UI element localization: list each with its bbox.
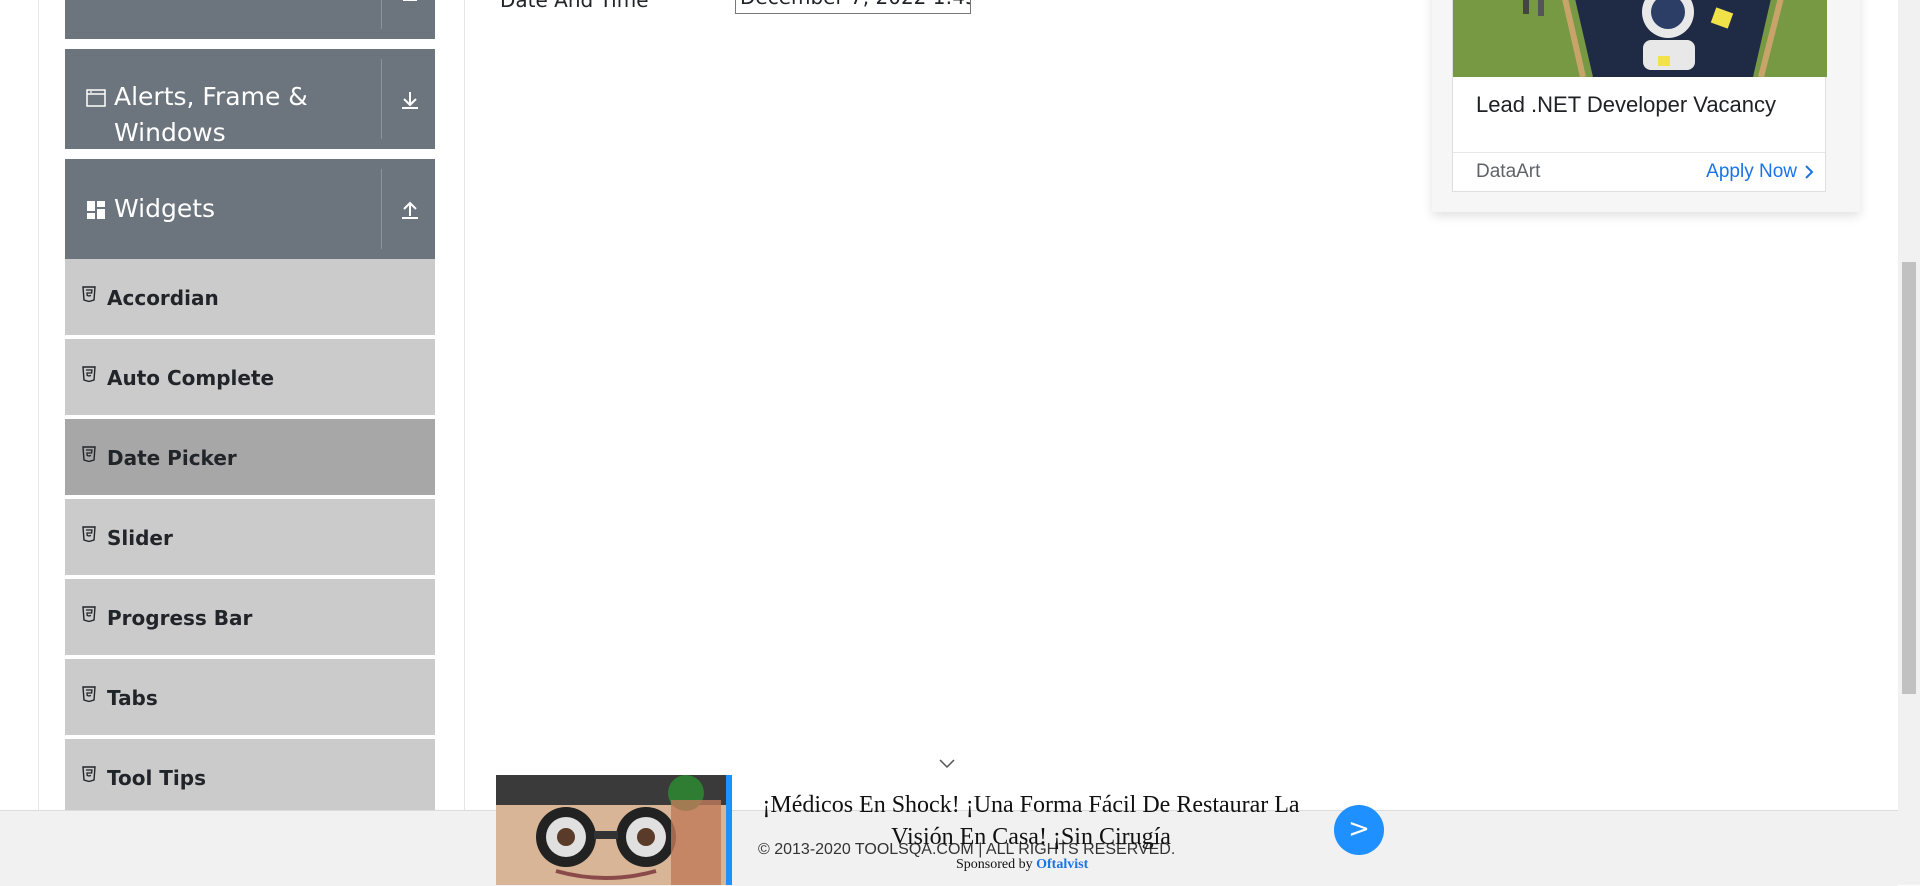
sidebar-group-alerts-frame-windows[interactable]: Alerts, Frame & Windows (65, 49, 435, 149)
download-icon[interactable] (395, 85, 425, 115)
ad-go-button[interactable]: > (1334, 805, 1384, 855)
date-time-label: Date And Time (500, 0, 649, 12)
bottom-ad-banner[interactable]: ¡Médicos En Shock! ¡Una Forma Fácil De R… (496, 775, 1384, 885)
html5-icon (82, 286, 96, 303)
sponsored-by: Sponsored by Oftalvist (956, 857, 1088, 873)
group-title-line1: Alerts, Frame & (114, 82, 308, 111)
scrollbar-thumb[interactable] (1902, 262, 1916, 694)
content-column-border (464, 0, 465, 810)
sponsor-link[interactable]: Oftalvist (1036, 857, 1088, 872)
ad-image[interactable] (496, 775, 726, 885)
ad-brand[interactable]: DataArt (1476, 152, 1540, 192)
sidebar-item-label: Auto Complete (107, 366, 275, 390)
html5-icon (82, 766, 96, 783)
window-icon (86, 88, 106, 108)
chevron-right-icon[interactable] (1803, 165, 1815, 179)
apply-now-link[interactable]: Apply Now (1706, 152, 1797, 192)
date-time-input[interactable]: December 7, 2022 1:45 PM (735, 0, 971, 14)
widgets-icon (86, 200, 106, 220)
sidebar-item-label: Tabs (107, 686, 158, 710)
html5-icon (82, 366, 96, 383)
html5-icon (82, 446, 96, 463)
ad-accent-bar (726, 775, 732, 885)
sidebar-item-auto-complete[interactable]: Auto Complete (65, 339, 435, 417)
left-column-border (38, 0, 39, 810)
ad-card[interactable]: Lead .NET Developer Vacancy DataArt Appl… (1432, 0, 1860, 212)
group-separator (381, 0, 382, 29)
expand-icon[interactable] (395, 0, 425, 22)
group-separator (381, 59, 382, 139)
html5-icon (82, 606, 96, 623)
sidebar-item-label: Tool Tips (107, 766, 207, 790)
sidebar-item-label: Date Picker (107, 446, 237, 470)
html5-icon (82, 526, 96, 543)
ad-inner[interactable]: Lead .NET Developer Vacancy DataArt Appl… (1452, 0, 1827, 192)
vertical-scrollbar[interactable] (1898, 0, 1920, 885)
html5-icon (82, 686, 96, 703)
upload-icon[interactable] (395, 195, 425, 225)
sidebar-item-slider[interactable]: Slider (65, 499, 435, 577)
group-separator (381, 169, 382, 249)
chevron-down-icon[interactable] (938, 757, 956, 769)
sidebar-item-tabs[interactable]: Tabs (65, 659, 435, 737)
sidebar-item-progress-bar[interactable]: Progress Bar (65, 579, 435, 657)
sidebar-group-widgets[interactable]: Widgets (65, 159, 435, 259)
ad-image[interactable] (1453, 0, 1827, 77)
sidebar-item-label: Slider (107, 526, 173, 550)
group-title-line2: Windows (114, 118, 226, 147)
ad-title[interactable]: Lead .NET Developer Vacancy (1476, 80, 1776, 130)
ad-headline[interactable]: ¡Médicos En Shock! ¡Una Forma Fácil De R… (746, 789, 1316, 853)
page: Alerts, Frame & Windows Widgets Accordia… (0, 0, 1920, 886)
sponsored-prefix: Sponsored by (956, 857, 1033, 872)
sidebar-group-collapsed[interactable] (65, 0, 435, 39)
sidebar-item-tool-tips[interactable]: Tool Tips (65, 739, 435, 817)
group-title: Widgets (114, 194, 216, 223)
sidebar-item-date-picker[interactable]: Date Picker (65, 419, 435, 497)
sidebar-item-label: Progress Bar (107, 606, 253, 630)
sidebar-item-label: Accordian (107, 286, 219, 310)
sidebar-item-accordian[interactable]: Accordian (65, 259, 435, 337)
